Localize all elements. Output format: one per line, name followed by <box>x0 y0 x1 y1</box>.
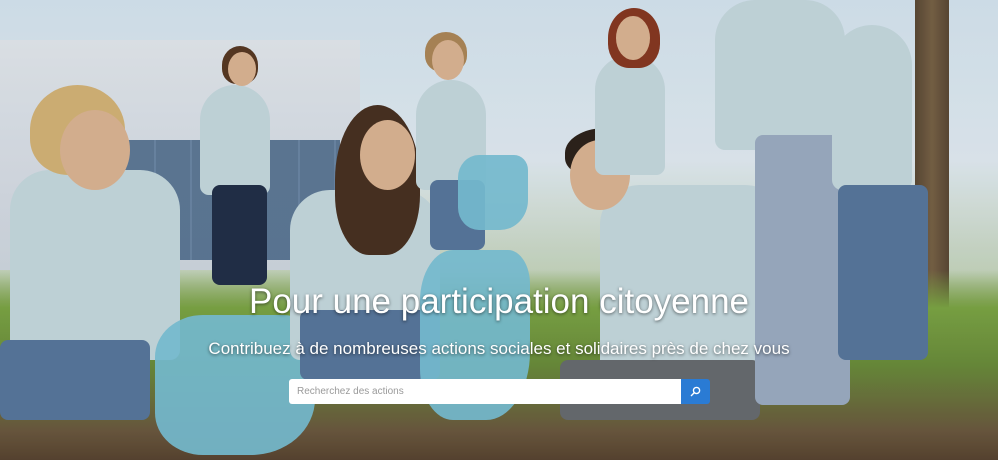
search-bar <box>289 379 710 404</box>
hero-title: Pour une participation citoyenne <box>248 282 750 321</box>
hero-banner: Pour une participation citoyenne Contrib… <box>0 0 998 460</box>
search-button[interactable] <box>681 379 710 404</box>
hero-subtitle: Contribuez à de nombreuses actions socia… <box>208 339 790 358</box>
search-icon <box>690 386 701 397</box>
search-input[interactable] <box>289 379 681 404</box>
